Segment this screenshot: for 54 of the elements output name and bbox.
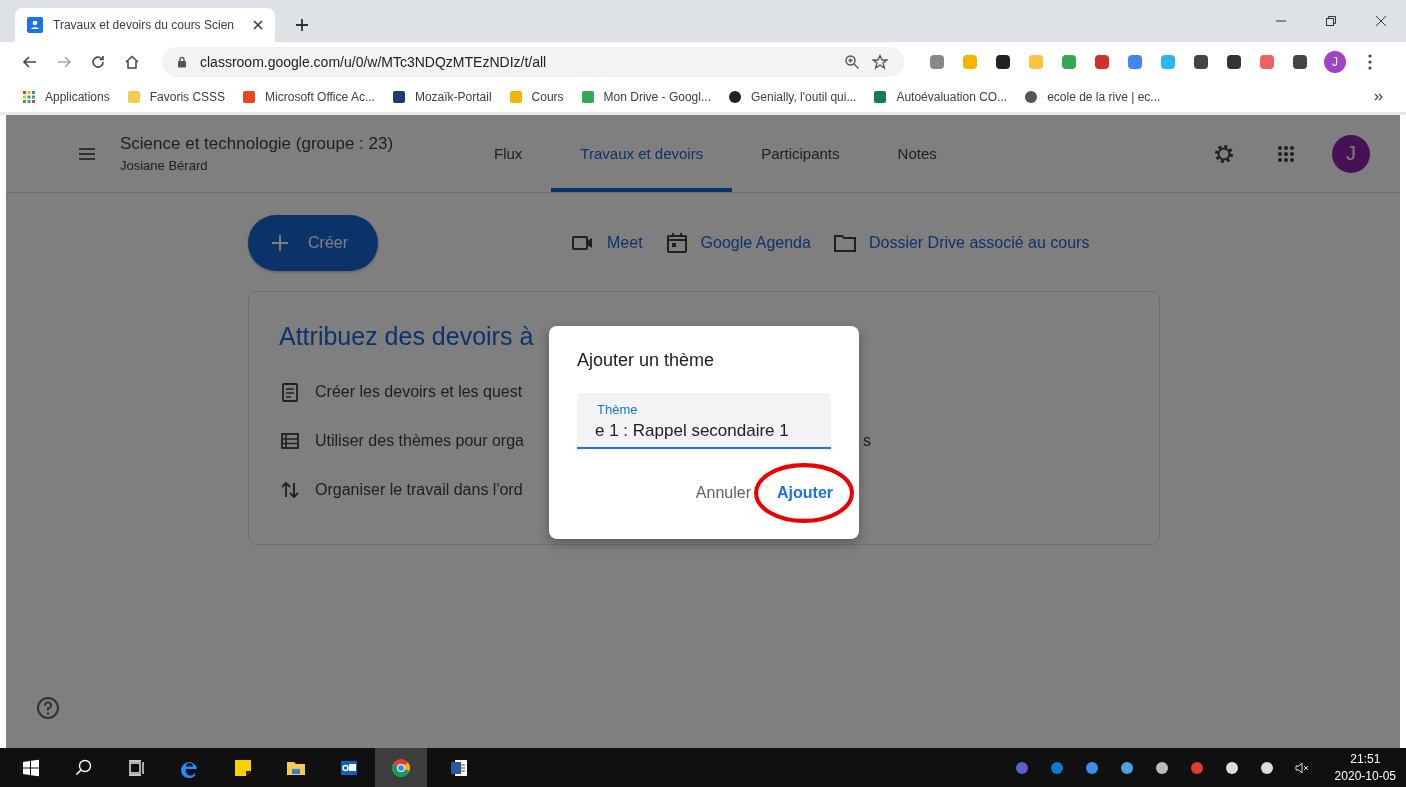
help-icon[interactable] bbox=[36, 696, 60, 720]
course-title: Science et technologie (groupe : 23) bbox=[120, 134, 395, 154]
field-label: Thème bbox=[597, 402, 639, 417]
card-text: Créer les devoirs et les quest bbox=[315, 382, 523, 401]
nav-tab[interactable]: Flux bbox=[465, 119, 552, 192]
profile-avatar[interactable]: J bbox=[1324, 51, 1346, 73]
user-avatar[interactable]: J bbox=[1332, 134, 1370, 173]
card-text: Organiser le travail dans l'ord bbox=[315, 480, 523, 499]
word-document-icon[interactable] bbox=[449, 757, 469, 778]
nav-tab[interactable]: Participants bbox=[732, 119, 869, 192]
new-tab-icon[interactable] bbox=[295, 18, 309, 32]
tab-title: Travaux et devoirs du cours Scien bbox=[53, 18, 235, 32]
bookmark-item[interactable]: Mon Drive - Googl... bbox=[580, 90, 711, 104]
close-icon[interactable] bbox=[253, 20, 263, 30]
url-text: classroom.google.com/u/0/w/MTc3NDQzMTEzNDIz/t/all bbox=[200, 54, 547, 70]
clipboard-icon bbox=[279, 380, 301, 403]
zoom-icon[interactable] bbox=[844, 54, 860, 70]
close-icon[interactable] bbox=[1375, 15, 1387, 27]
plus-icon bbox=[270, 233, 290, 253]
text-field[interactable]: Thème e 1 : Rappel secondaire 1 bbox=[577, 393, 831, 449]
bookmark-item[interactable]: Microsoft Office Ac... bbox=[242, 90, 375, 104]
chrome-browser-icon[interactable] bbox=[391, 757, 411, 778]
chevron-more-icon[interactable] bbox=[1374, 92, 1384, 102]
bookmark-item[interactable]: Genially, l'outil qui... bbox=[727, 90, 857, 104]
bookmark-item[interactable]: Applications bbox=[22, 90, 110, 104]
lock-icon bbox=[176, 56, 188, 68]
restore-icon[interactable] bbox=[1325, 15, 1337, 27]
teacher-name: Josiane Bérard bbox=[120, 158, 209, 173]
bookmark-item[interactable]: Autoévaluation CO... bbox=[873, 90, 1008, 104]
search-icon[interactable] bbox=[74, 757, 94, 778]
calendar-icon bbox=[664, 231, 689, 255]
card-text: Utiliser des thèmes pour orga bbox=[315, 431, 524, 450]
input-field[interactable]: e 1 : Rappel secondaire 1 bbox=[595, 417, 815, 441]
windows-start-icon[interactable] bbox=[21, 757, 41, 778]
home-icon[interactable] bbox=[124, 54, 140, 70]
card-text: s bbox=[863, 431, 871, 450]
bookmark-item[interactable]: Cours bbox=[508, 90, 564, 104]
back-arrow-icon[interactable] bbox=[22, 54, 38, 70]
task-view-icon[interactable] bbox=[127, 757, 147, 778]
dialog-button[interactable]: Annuler bbox=[687, 476, 759, 510]
address-bar[interactable]: classroom.google.com/u/0/w/MTc3NDQzMTEzNDIz/t/all bbox=[162, 47, 904, 77]
card-heading: Attribuez des devoirs à bbox=[279, 322, 535, 351]
bookmark-item[interactable]: Mozaïk-Portail bbox=[391, 90, 492, 104]
reload-icon[interactable] bbox=[90, 54, 106, 70]
star-icon[interactable] bbox=[872, 54, 888, 70]
clock[interactable]: 21:51 2020-10-05 bbox=[1328, 750, 1406, 785]
bookmark-item[interactable]: Favoris CSSS bbox=[126, 90, 226, 104]
bookmark-item[interactable]: ecole de la rive | ec... bbox=[1024, 90, 1161, 104]
classroom-icon bbox=[27, 17, 43, 33]
browser-tab[interactable]: Travaux et devoirs du cours Scien bbox=[15, 8, 275, 42]
apps-grid-icon bbox=[22, 90, 36, 104]
sticky-note-icon[interactable] bbox=[233, 757, 253, 778]
nav-tab[interactable]: Notes bbox=[868, 119, 966, 192]
dialog-title: Ajouter un thème bbox=[577, 350, 716, 371]
